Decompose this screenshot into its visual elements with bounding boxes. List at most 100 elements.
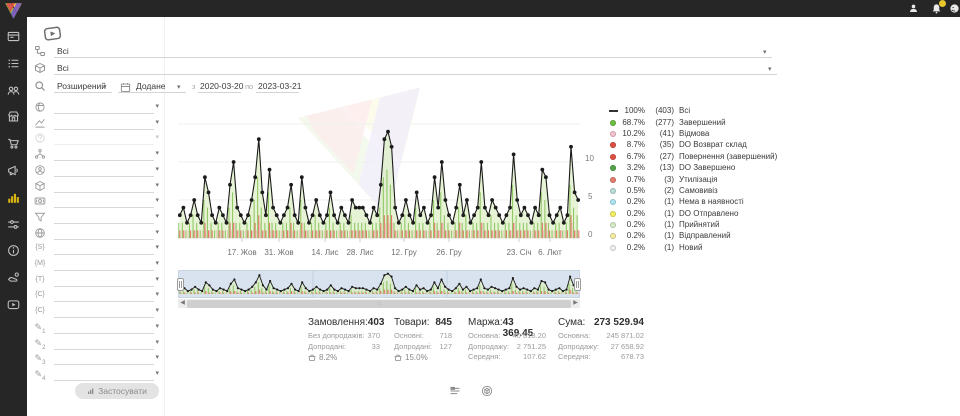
sidebar-item-automation-icon[interactable]	[7, 218, 20, 231]
support-icon[interactable]	[949, 3, 960, 14]
horizontal-scrollbar[interactable]: ◀ ▶ ∷	[178, 299, 580, 308]
sidebar-item-customers-icon[interactable]	[7, 84, 20, 97]
product-filter-select[interactable]	[54, 179, 154, 193]
product-filter-icon	[34, 180, 46, 192]
brand-logo[interactable]	[4, 2, 23, 17]
status-group-icon	[34, 44, 46, 56]
date-to-value: 2023-03-21	[258, 81, 301, 91]
legend-label: DO Возврат склад	[679, 140, 747, 149]
utm-source-filter-select[interactable]	[54, 241, 154, 255]
legend-count: (35)	[645, 140, 674, 149]
legend-item[interactable]: 0.2%(1)Нема в наявності	[609, 196, 784, 207]
legend-dot-marker	[609, 175, 618, 184]
stats-sub-value: 718	[439, 331, 452, 342]
legend-percent: 0.2%	[618, 197, 645, 206]
navigator-right-handle[interactable]	[574, 278, 581, 291]
stats-sub-value: 107.62	[523, 352, 546, 363]
utm-medium-filter-select[interactable]	[54, 257, 154, 271]
sidebar-item-dashboard-icon[interactable]	[7, 30, 20, 43]
sidebar-item-info-icon[interactable]	[7, 244, 20, 257]
legend-item[interactable]: 0.5%(2)Самовивіз	[609, 185, 784, 196]
utm-term-filter-icon: {T}	[34, 274, 46, 286]
legend-count: (3)	[645, 175, 674, 184]
sidebar-item-marketing-icon[interactable]	[7, 164, 20, 177]
utm-campaign-filter-select[interactable]	[54, 288, 154, 302]
status-group-select[interactable]	[54, 44, 772, 58]
sidebar-item-purchases-icon[interactable]	[7, 137, 20, 150]
product-group-select[interactable]	[54, 61, 777, 75]
legend-count: (403)	[645, 106, 674, 115]
dot	[610, 177, 616, 183]
utm-content-filter-icon: {C}	[34, 305, 46, 317]
stage-filter-select[interactable]	[54, 116, 154, 130]
utm-term-filter-select[interactable]	[54, 273, 154, 287]
custom-field-3-filter-icon: ✎3	[34, 352, 46, 364]
dot	[610, 245, 616, 251]
legend-item[interactable]: 100%(403) Всі	[609, 105, 784, 116]
sidebar-item-store-icon[interactable]	[7, 110, 20, 123]
legend-item[interactable]: 68.7%(277)Завершений	[609, 116, 784, 127]
legend-line-marker	[609, 106, 618, 115]
search-mode-value: Розширений	[57, 81, 106, 91]
stats-sub-value: 370	[367, 331, 380, 342]
topbar	[0, 0, 960, 17]
utm-content-filter-select[interactable]	[54, 304, 154, 318]
legend-item[interactable]: 0.2%(1)Прийнятий	[609, 219, 784, 230]
funnel-filter-select[interactable]	[54, 210, 154, 224]
legend-count: (1)	[645, 209, 674, 218]
date-from-label: з	[192, 82, 195, 91]
x-axis-tick-label: 28. Лис	[346, 248, 373, 257]
chart-legend: 100%(403) Всі68.7%(277)Завершений10.2%(41…	[609, 105, 784, 253]
custom-field-1-filter-select[interactable]	[54, 320, 154, 334]
stats-main-label: Товари:	[394, 317, 430, 331]
manager-filter-select[interactable]	[54, 163, 154, 177]
legend-item[interactable]: 0.2%(1)Відправлений	[609, 230, 784, 241]
chevron-down-icon: ▾	[155, 228, 159, 236]
legend-percent: 0.5%	[618, 186, 645, 195]
legend-label: Новий	[679, 243, 702, 252]
stats-sub-label: Середня:	[468, 352, 500, 363]
video-help-icon[interactable]	[43, 26, 62, 41]
structure-filter-select[interactable]	[54, 147, 154, 161]
legend-label: Всі	[679, 106, 690, 115]
legend-item[interactable]: 3.2%(13)DO Завершено	[609, 162, 784, 173]
payment-filter-select[interactable]	[54, 194, 154, 208]
sidebar-item-tutorials-icon[interactable]	[7, 298, 20, 311]
orders-chart[interactable]	[178, 99, 580, 243]
legend-percent: 0.2%	[618, 220, 645, 229]
custom-field-3-filter-select[interactable]	[54, 351, 154, 365]
custom-field-2-filter-select[interactable]	[54, 336, 154, 350]
sidebar-item-partners-icon[interactable]	[7, 271, 20, 284]
scrollbar-thumb[interactable]: ∷	[187, 300, 571, 308]
sidebar-item-analytics-icon[interactable]	[7, 191, 20, 204]
chevron-down-icon: ▾	[155, 212, 159, 220]
chart-range-navigator[interactable]	[178, 270, 580, 298]
apply-filters-button[interactable]: Застосувати	[75, 383, 159, 399]
legend-item[interactable]: 8.7%(35)DO Возврат склад	[609, 139, 784, 150]
legend-item[interactable]: 6.7%(27)Повернення (завершений)	[609, 151, 784, 162]
stats-sub-label: Без допродажів:	[308, 331, 365, 342]
legend-percent: 100%	[618, 106, 645, 115]
scroll-left-arrow[interactable]: ◀	[178, 299, 187, 308]
legend-label: Відправлений	[679, 231, 731, 240]
legend-item[interactable]: 0.2%(1)DO Отправлено	[609, 208, 784, 219]
navigator-left-handle[interactable]	[177, 278, 184, 291]
scroll-right-arrow[interactable]: ▶	[571, 299, 580, 308]
products-toggle-icon[interactable]	[481, 384, 493, 396]
user-icon[interactable]	[908, 3, 919, 14]
legend-item[interactable]: 10.2%(41)Відмова	[609, 128, 784, 139]
legend-item[interactable]: 0.7%(3)Утилізація	[609, 173, 784, 184]
status-filter-select[interactable]	[54, 100, 154, 114]
legend-dot-marker	[609, 129, 618, 138]
sidebar-item-orders-icon[interactable]	[7, 57, 20, 70]
y-tick-0: 0	[588, 230, 592, 239]
chevron-down-icon: ▾	[768, 65, 772, 73]
custom-field-4-filter-select[interactable]	[54, 367, 154, 381]
legend-percent: 10.2%	[618, 129, 645, 138]
legend-count: (27)	[645, 152, 674, 161]
stats-main-label: Сума:	[558, 317, 585, 331]
website-filter-select[interactable]	[54, 226, 154, 240]
custom-field-2-filter-icon: ✎2	[34, 337, 46, 349]
legend-list-toggle-icon[interactable]	[449, 384, 461, 396]
legend-item[interactable]: 0.2%(1)Новий	[609, 242, 784, 253]
